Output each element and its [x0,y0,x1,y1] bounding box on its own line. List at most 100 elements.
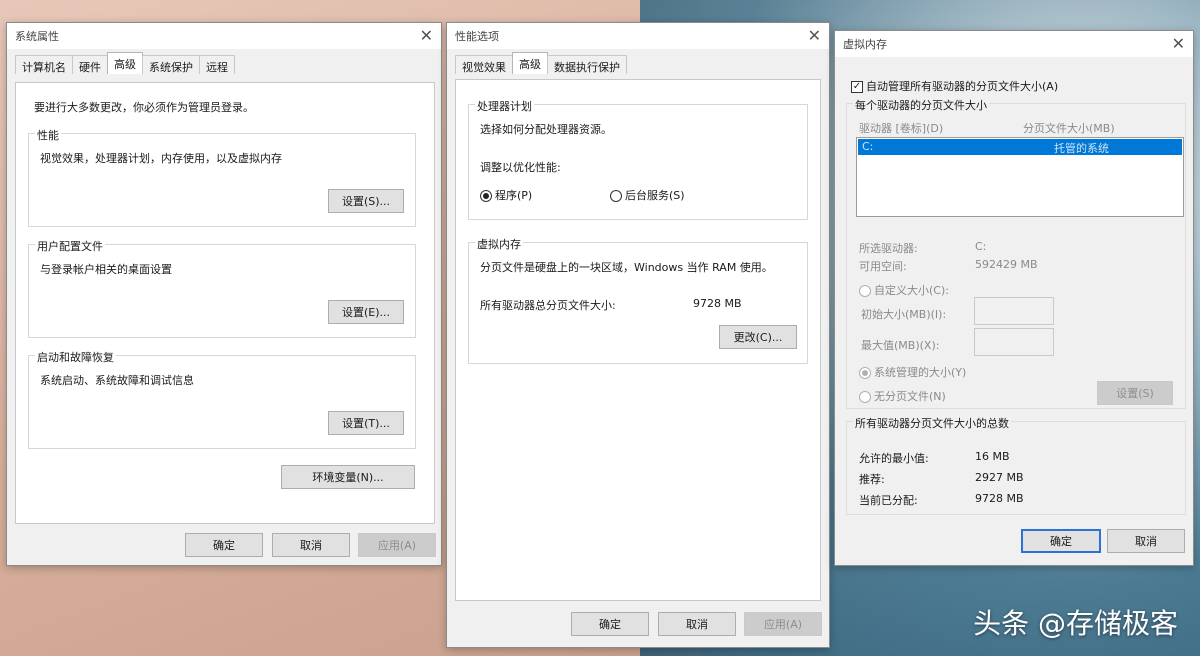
watermark: 头条 @存储极客 [973,607,1178,640]
per-drive-label: 每个驱动器的分页文件大小 [853,97,989,113]
tab-dep[interactable]: 数据执行保护 [547,55,627,74]
performance-options-window: 性能选项 ✕ 视觉效果 高级 数据执行保护 处理器计划 选择如何分配处理器资源。… [446,22,830,648]
programs-option[interactable]: 程序(P) [480,187,532,203]
drive-list-row[interactable]: C: 托管的系统 [858,139,1182,155]
tab-remote[interactable]: 远程 [199,55,235,74]
custom-size-option[interactable]: 自定义大小(C): [859,282,949,298]
performance-settings-button[interactable]: 设置(S)... [328,189,404,213]
programs-radio[interactable] [480,190,492,202]
titlebar: 性能选项 ✕ [447,23,829,49]
cancel-button[interactable]: 取消 [658,612,736,636]
max-size-input[interactable] [974,328,1054,356]
user-profiles-desc: 与登录帐户相关的桌面设置 [40,263,172,276]
window-title: 性能选项 [455,30,499,43]
system-managed-label: 系统管理的大小(Y) [874,366,967,379]
ok-button[interactable]: 确定 [571,612,649,636]
virtual-memory-desc: 分页文件是硬盘上的一块区域，Windows 当作 RAM 使用。 [480,261,773,274]
col-drive-header: 驱动器 [卷标](D) [859,122,944,135]
totals-group: 所有驱动器分页文件大小的总数 允许的最小值: 16 MB 推荐: 2927 MB… [846,415,1186,515]
system-properties-window: 系统属性 ✕ 计算机名 硬件 高级 系统保护 远程 要进行大多数更改，你必须作为… [6,22,442,566]
apply-button[interactable]: 应用(A) [358,533,436,557]
cancel-button[interactable]: 取消 [1107,529,1185,553]
system-managed-option[interactable]: 系统管理的大小(Y) [859,364,966,380]
max-size-label: 最大值(MB)(X): [861,339,940,352]
background-services-label: 后台服务(S) [625,189,685,202]
close-icon[interactable]: ✕ [808,28,821,44]
tab-advanced[interactable]: 高级 [512,52,548,74]
performance-group: 性能 视觉效果，处理器计划，内存使用，以及虚拟内存 设置(S)... [28,127,416,227]
auto-manage-label: 自动管理所有驱动器的分页文件大小(A) [866,80,1059,93]
initial-size-input[interactable] [974,297,1054,325]
selected-drive-value: C: [975,240,987,253]
tab-system-protection[interactable]: 系统保护 [142,55,200,74]
per-drive-group: 每个驱动器的分页文件大小 驱动器 [卷标](D) 分页文件大小(MB) C: 托… [846,97,1186,409]
startup-recovery-group: 启动和故障恢复 系统启动、系统故障和调试信息 设置(T)... [28,349,416,449]
adjust-for-label: 调整以优化性能: [480,161,561,174]
no-paging-label: 无分页文件(N) [874,390,946,403]
programs-label: 程序(P) [495,189,533,202]
no-paging-radio[interactable] [859,391,871,403]
window-title: 虚拟内存 [843,38,887,51]
tab-visual-effects[interactable]: 视觉效果 [455,55,513,74]
auto-manage-option[interactable]: ✓ 自动管理所有驱动器的分页文件大小(A) [851,78,1058,94]
col-size-header: 分页文件大小(MB) [1023,122,1115,135]
set-button[interactable]: 设置(S) [1097,381,1173,405]
tab-computer-name[interactable]: 计算机名 [15,55,73,74]
no-paging-option[interactable]: 无分页文件(N) [859,388,946,404]
totals-label: 所有驱动器分页文件大小的总数 [853,415,1011,431]
min-allowed-value: 16 MB [975,450,1010,463]
titlebar: 系统属性 ✕ [7,23,441,49]
tab-panel: 要进行大多数更改，你必须作为管理员登录。 性能 视觉效果，处理器计划，内存使用，… [15,82,435,524]
window-title: 系统属性 [15,30,59,43]
auto-manage-checkbox[interactable]: ✓ [851,81,863,93]
close-icon[interactable]: ✕ [420,28,433,44]
initial-size-label: 初始大小(MB)(I): [861,308,947,321]
user-profiles-label: 用户配置文件 [35,238,105,254]
system-managed-radio[interactable] [859,367,871,379]
processor-scheduling-label: 处理器计划 [475,98,534,114]
tab-strip: 视觉效果 高级 数据执行保护 [447,52,829,75]
environment-variables-button[interactable]: 环境变量(N)... [281,465,415,489]
recommended-label: 推荐: [859,473,885,486]
startup-recovery-settings-button[interactable]: 设置(T)... [328,411,404,435]
processor-scheduling-group: 处理器计划 选择如何分配处理器资源。 调整以优化性能: 程序(P) 后台服务(S… [468,98,808,220]
titlebar: 虚拟内存 ✕ [835,31,1193,57]
selected-drive-label: 所选驱动器: [859,242,918,255]
currently-allocated-label: 当前已分配: [859,494,918,507]
apply-button[interactable]: 应用(A) [744,612,822,636]
tab-panel: 处理器计划 选择如何分配处理器资源。 调整以优化性能: 程序(P) 后台服务(S… [455,79,821,601]
startup-recovery-label: 启动和故障恢复 [35,349,116,365]
row-size: 托管的系统 [1054,142,1109,155]
virtual-memory-group: 虚拟内存 分页文件是硬盘上的一块区域，Windows 当作 RAM 使用。 所有… [468,236,808,364]
free-space-label: 可用空间: [859,260,907,273]
change-button[interactable]: 更改(C)... [719,325,797,349]
row-drive: C: [862,140,874,153]
total-paging-value: 9728 MB [693,297,742,310]
virtual-memory-window: 虚拟内存 ✕ ✓ 自动管理所有驱动器的分页文件大小(A) 每个驱动器的分页文件大小… [834,30,1194,566]
tab-advanced[interactable]: 高级 [107,52,143,74]
drive-list[interactable]: C: 托管的系统 [856,137,1184,217]
background-services-option[interactable]: 后台服务(S) [610,187,685,203]
currently-allocated-value: 9728 MB [975,492,1024,505]
tab-strip: 计算机名 硬件 高级 系统保护 远程 [7,52,441,75]
ok-button[interactable]: 确定 [1021,529,1101,553]
recommended-value: 2927 MB [975,471,1024,484]
virtual-memory-label: 虚拟内存 [475,236,523,252]
ok-button[interactable]: 确定 [185,533,263,557]
close-icon[interactable]: ✕ [1172,36,1185,52]
total-paging-label: 所有驱动器总分页文件大小: [480,299,616,312]
user-profiles-settings-button[interactable]: 设置(E)... [328,300,404,324]
min-allowed-label: 允许的最小值: [859,452,929,465]
custom-size-label: 自定义大小(C): [874,284,949,297]
processor-scheduling-desc: 选择如何分配处理器资源。 [480,123,612,136]
admin-note: 要进行大多数更改，你必须作为管理员登录。 [34,101,254,114]
background-services-radio[interactable] [610,190,622,202]
performance-desc: 视觉效果，处理器计划，内存使用，以及虚拟内存 [40,152,282,165]
free-space-value: 592429 MB [975,258,1038,271]
user-profiles-group: 用户配置文件 与登录帐户相关的桌面设置 设置(E)... [28,238,416,338]
cancel-button[interactable]: 取消 [272,533,350,557]
custom-size-radio[interactable] [859,285,871,297]
tab-hardware[interactable]: 硬件 [72,55,108,74]
performance-label: 性能 [35,127,61,143]
startup-recovery-desc: 系统启动、系统故障和调试信息 [40,374,194,387]
